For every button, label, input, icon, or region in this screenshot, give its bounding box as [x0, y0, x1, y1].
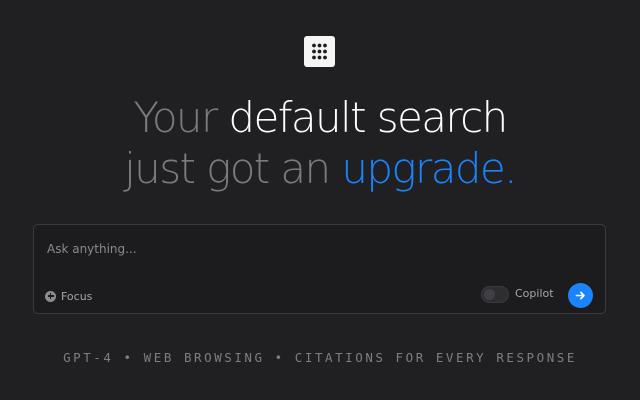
headline-line-1: Your default search [0, 92, 640, 144]
headline-upgrade: upgrade. [341, 144, 517, 193]
copilot-label: Copilot [515, 287, 554, 300]
headline-line-2: just got an upgrade. [0, 143, 640, 195]
search-box: Focus Copilot [33, 224, 606, 314]
headline-just-got-an: just got an [124, 144, 331, 193]
submit-button[interactable] [568, 283, 593, 308]
search-input[interactable] [47, 238, 567, 260]
arrow-right-icon [575, 291, 585, 300]
plus-circle-icon [45, 290, 56, 302]
logo-grid-icon [304, 36, 335, 67]
focus-button[interactable]: Focus [45, 288, 92, 304]
feature-tagline: GPT-4 • WEB BROWSING • CITATIONS FOR EVE… [63, 350, 577, 365]
headline-your: Your [133, 93, 218, 142]
copilot-toggle[interactable] [481, 286, 509, 303]
new-tab-page: Your default search just got an upgrade.… [0, 0, 640, 400]
toggle-knob [484, 289, 495, 300]
focus-label: Focus [61, 289, 93, 303]
headline-default-search: default search [228, 93, 508, 142]
